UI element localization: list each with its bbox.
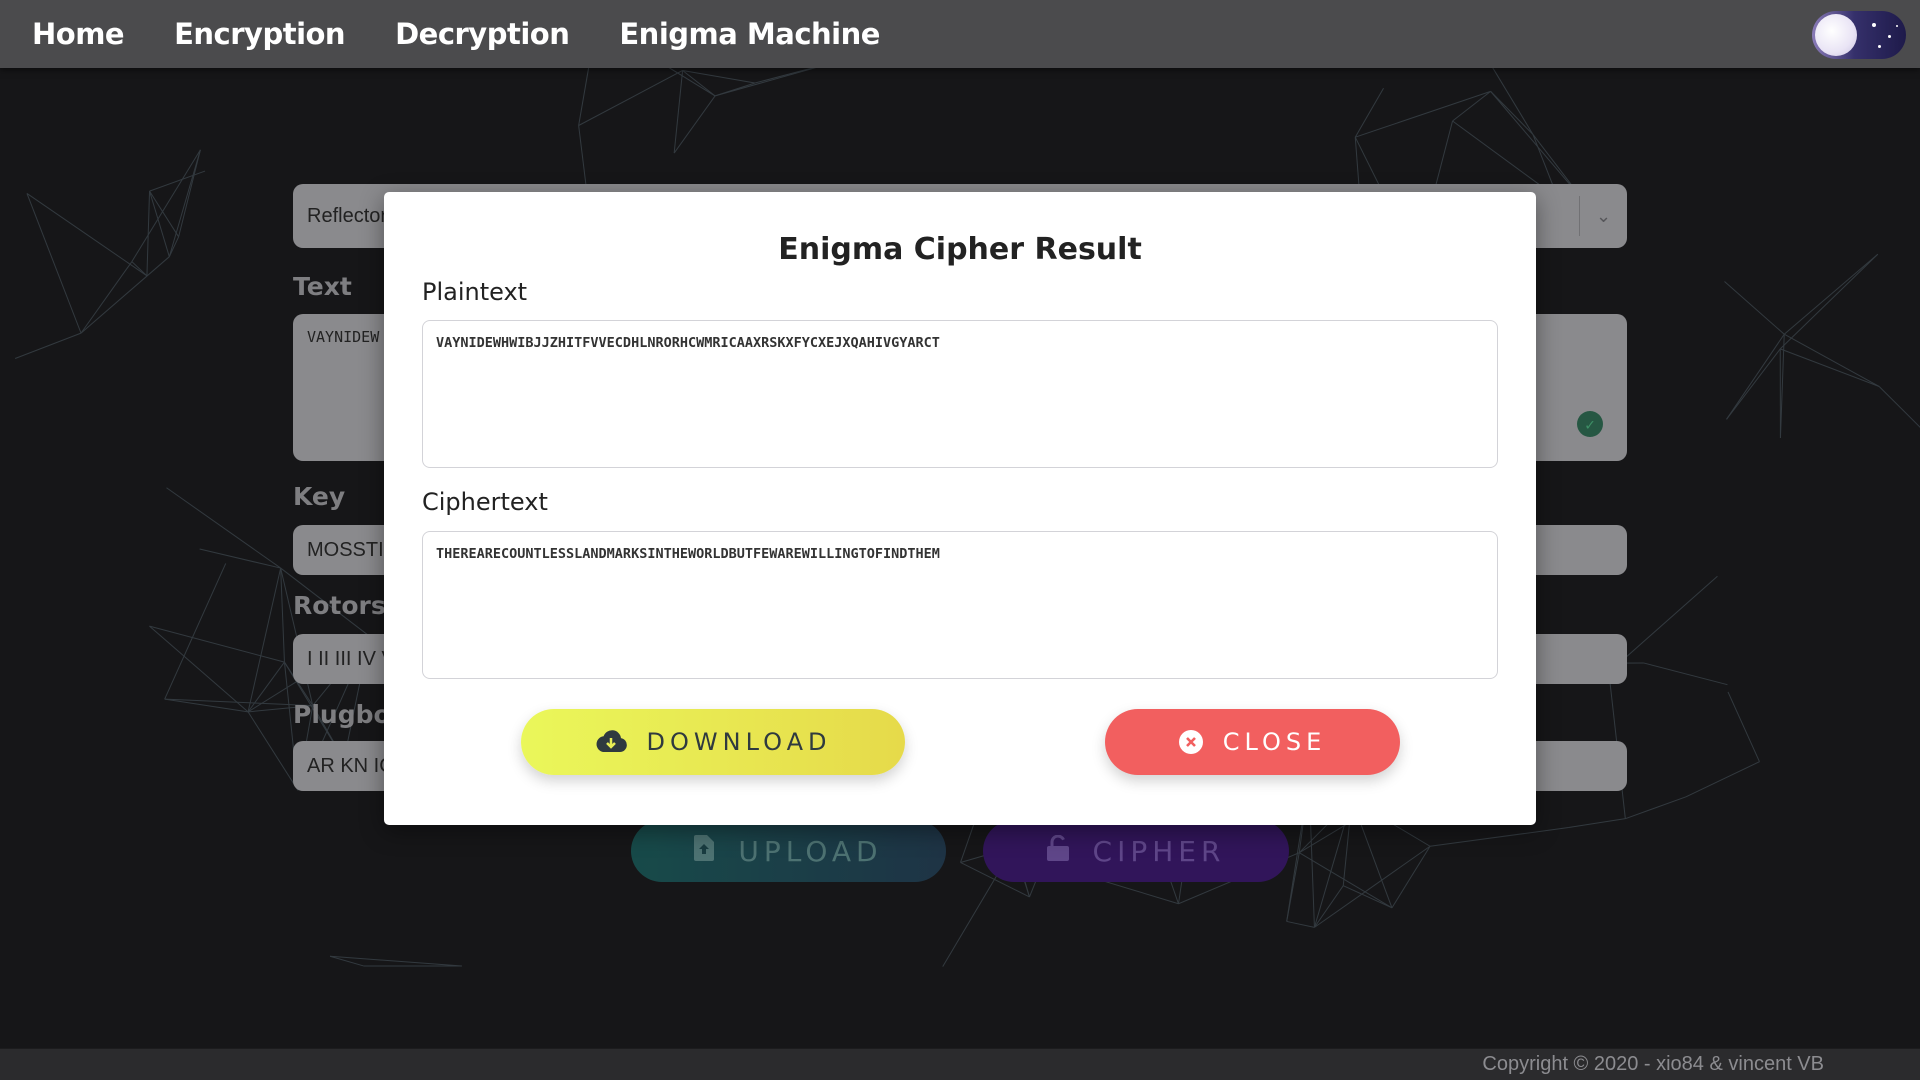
close-button[interactable]: CLOSE [1105,709,1400,775]
star-icon [1872,23,1876,27]
modal-title: Enigma Cipher Result [778,232,1142,267]
star-icon [1888,35,1891,38]
cipher-result-modal: Enigma Cipher Result Plaintext VAYNIDEWH… [384,192,1536,825]
ciphertext-output[interactable]: THEREARECOUNTLESSLANDMARKSINTHEWORLDBUTF… [422,531,1498,679]
close-button-label: CLOSE [1222,728,1327,756]
ciphertext-value: THEREARECOUNTLESSLANDMARKSINTHEWORLDBUTF… [436,546,940,562]
ciphertext-label: Ciphertext [422,488,548,516]
download-button-label: DOWNLOAD [646,728,832,756]
nav-enigma-machine[interactable]: Enigma Machine [619,17,880,51]
cloud-download-icon [595,730,627,754]
plaintext-output[interactable]: VAYNIDEWHWIBJJZHITFVVECDHLNRORHCWMRICAAX… [422,320,1498,468]
navbar: Home Encryption Decryption Enigma Machin… [0,0,1920,68]
nav-encryption[interactable]: Encryption [174,17,345,51]
nav-decryption[interactable]: Decryption [395,17,570,51]
copyright-text: Copyright © 2020 - xio84 & vincent VB [1482,1053,1824,1075]
times-circle-icon [1178,730,1203,754]
download-button[interactable]: DOWNLOAD [521,709,905,775]
moon-icon [1815,14,1857,56]
plaintext-value: VAYNIDEWHWIBJJZHITFVVECDHLNRORHCWMRICAAX… [436,335,940,351]
star-icon [1878,45,1881,48]
nav-home[interactable]: Home [32,17,125,51]
theme-toggle[interactable] [1812,11,1906,59]
star-icon [1896,25,1898,27]
plaintext-label: Plaintext [422,278,528,306]
footer: Copyright © 2020 - xio84 & vincent VB [0,1049,1920,1080]
